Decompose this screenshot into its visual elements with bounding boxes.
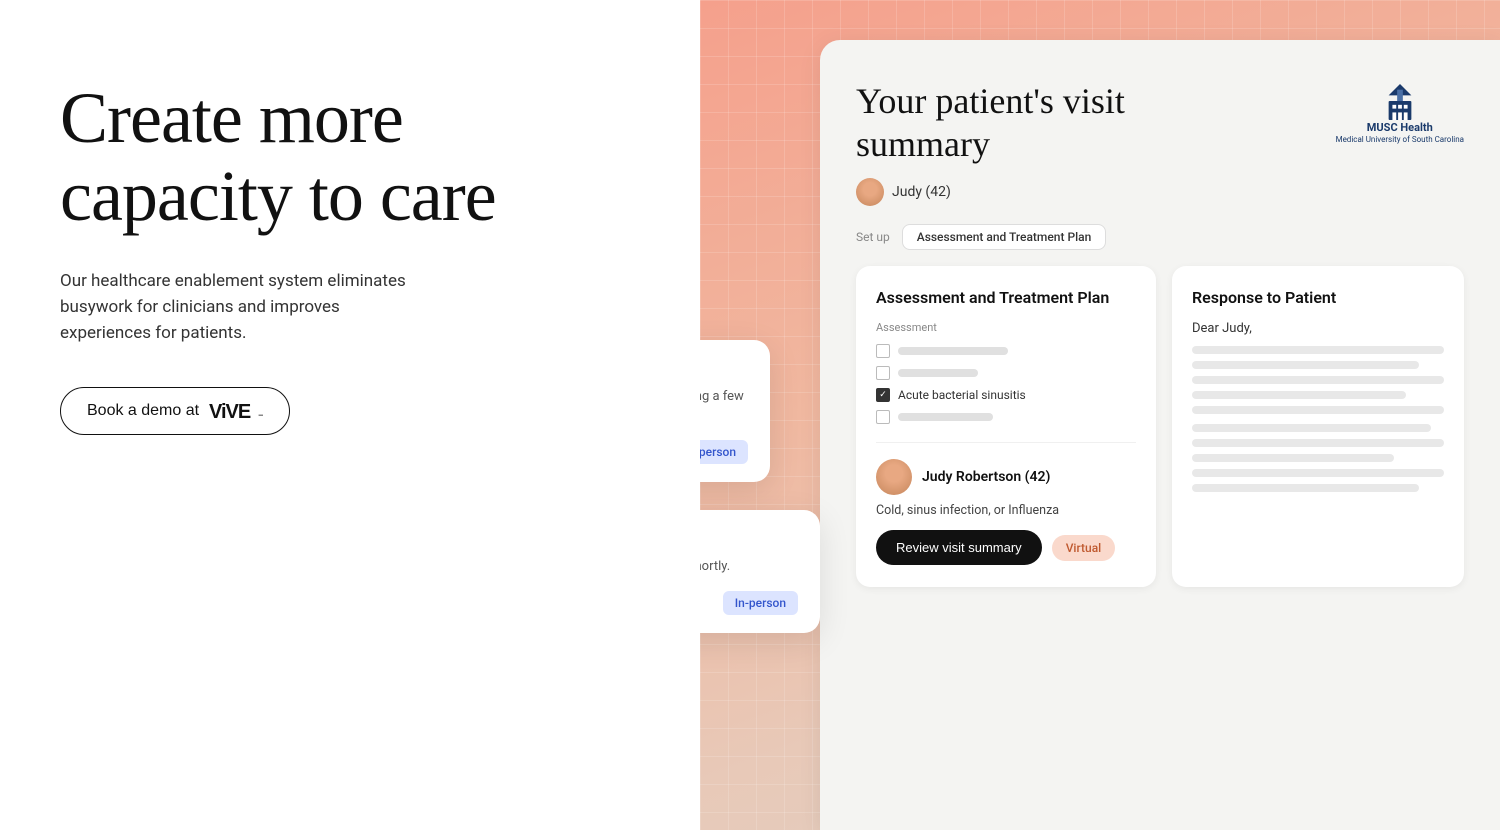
card-registration-title: Start your registration: [700, 362, 748, 380]
card-intake: ✓ Intake complete The doctor will see yo…: [700, 510, 820, 633]
card-intake-title: ✓ Intake complete: [700, 532, 798, 550]
musc-sub: Medical University of South Carolina: [1336, 135, 1464, 144]
checkbox-row-3: Acute bacterial sinusitis: [876, 388, 1136, 402]
assessment-section-label: Assessment: [876, 321, 1136, 334]
patient-condition: Cold, sinus infection, or Influenza: [876, 503, 1136, 518]
virtual-badge: Virtual: [1052, 535, 1116, 561]
vive-logo: ViVE →: [209, 400, 263, 422]
summary-title: Your patient's visit summary: [856, 80, 1176, 166]
checkbox-line-4: [898, 413, 993, 421]
demo-button-text: Book a demo at: [87, 402, 199, 420]
response-line-1: [1192, 346, 1444, 354]
card-assessment: Assessment and Treatment Plan Assessment…: [856, 266, 1156, 587]
card-registration-desc: Reduce your wait time by answering a few…: [700, 388, 748, 426]
hero-subtitle: Our healthcare enablement system elimina…: [60, 268, 430, 347]
response-line-10: [1192, 484, 1419, 492]
checkbox-line-2: [898, 369, 978, 377]
response-line-5: [1192, 406, 1444, 414]
svg-text:→: →: [255, 402, 263, 422]
card-visit-summary: Your patient's visit summary MUSC: [820, 40, 1500, 830]
checkbox-1[interactable]: [876, 344, 890, 358]
left-panel: Create more capacity to care Our healthc…: [0, 0, 700, 830]
musc-logo-svg: [1384, 84, 1416, 120]
right-panel: Start your registration Reduce your wait…: [700, 0, 1500, 830]
tabs-row: Set up Assessment and Treatment Plan: [856, 224, 1464, 250]
response-dear: Dear Judy,: [1192, 321, 1444, 336]
patient-profile-mini: Judy Robertson (42): [876, 442, 1136, 495]
checkbox-row-2: [876, 366, 1136, 380]
card-intake-desc: The doctor will see you shortly.: [700, 558, 798, 577]
review-visit-button[interactable]: Review visit summary: [876, 530, 1042, 565]
patient-info: Judy (42): [856, 178, 1464, 206]
response-line-6: [1192, 424, 1431, 432]
checkbox-3-text: Acute bacterial sinusitis: [898, 388, 1026, 402]
summary-header: Your patient's visit summary MUSC: [856, 80, 1464, 166]
checkbox-3-filled[interactable]: [876, 388, 890, 402]
assessment-title: Assessment and Treatment Plan: [876, 288, 1136, 307]
patient-avatar: [856, 178, 884, 206]
patient-profile-name: Judy Robertson (42): [922, 469, 1050, 485]
cards-area: Start your registration Reduce your wait…: [700, 0, 1500, 830]
checkbox-2[interactable]: [876, 366, 890, 380]
checkbox-line-1: [898, 347, 1008, 355]
response-line-3: [1192, 376, 1444, 384]
card-intake-badge: In-person: [723, 591, 798, 615]
checkbox-row-4: [876, 410, 1136, 424]
response-line-4: [1192, 391, 1406, 399]
tab-setup[interactable]: Set up: [856, 230, 890, 244]
response-line-9: [1192, 469, 1444, 477]
response-title: Response to Patient: [1192, 288, 1444, 307]
card-response: Response to Patient Dear Judy,: [1172, 266, 1464, 587]
response-line-2: [1192, 361, 1419, 369]
card-registration: Start your registration Reduce your wait…: [700, 340, 770, 482]
musc-name: MUSC Health: [1367, 122, 1433, 133]
response-line-7: [1192, 439, 1444, 447]
musc-logo: MUSC Health Medical University of South …: [1336, 84, 1464, 144]
checkbox-4[interactable]: [876, 410, 890, 424]
patient-avatar-large: [876, 459, 912, 495]
svg-text:ViVE: ViVE: [209, 401, 251, 422]
tab-assessment[interactable]: Assessment and Treatment Plan: [902, 224, 1107, 250]
bottom-actions: Review visit summary Virtual: [876, 530, 1136, 565]
card-registration-badge: In-person: [700, 440, 748, 464]
checkbox-row-1: [876, 344, 1136, 358]
inner-cards-row: Assessment and Treatment Plan Assessment…: [856, 266, 1464, 587]
response-line-8: [1192, 454, 1394, 462]
demo-button[interactable]: Book a demo at ViVE →: [60, 387, 290, 435]
hero-title: Create more capacity to care: [60, 80, 640, 236]
patient-name-label: Judy (42): [892, 184, 951, 200]
